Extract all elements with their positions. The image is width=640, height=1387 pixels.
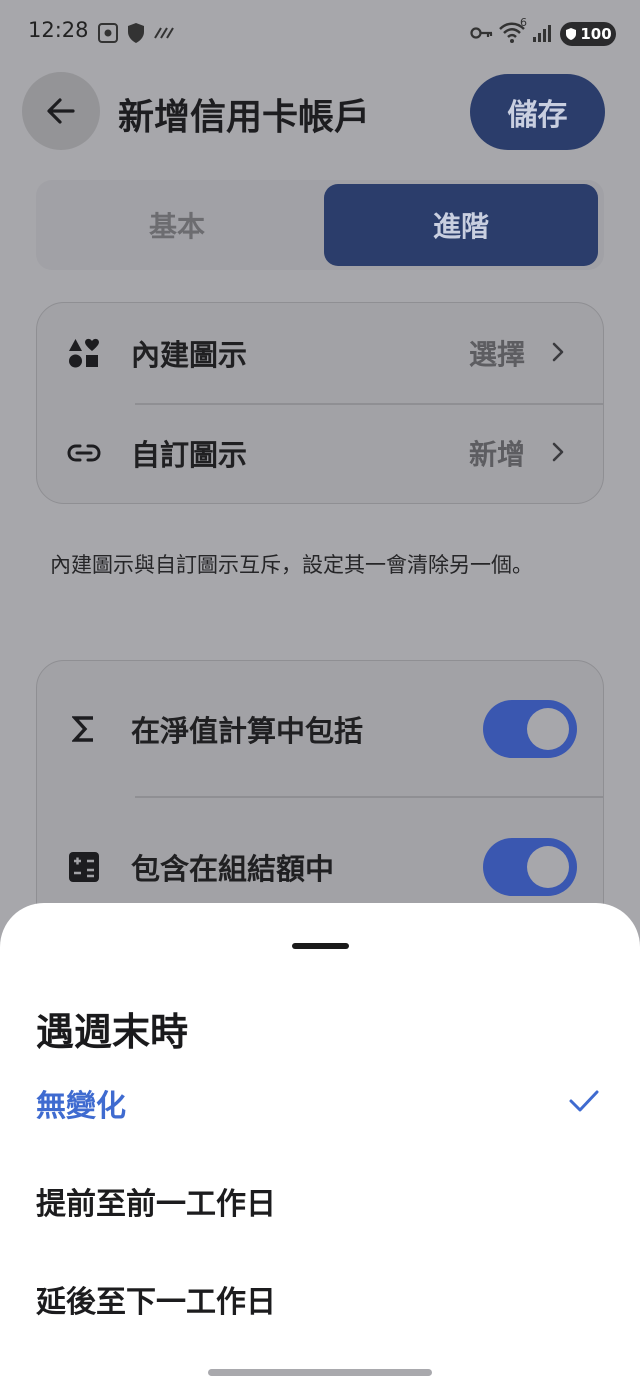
battery-level: 100 (580, 25, 612, 43)
tab-bar: 基本 進階 (36, 180, 604, 270)
check-icon (568, 1088, 600, 1118)
option-label: 提前至前一工作日 (36, 1187, 276, 1222)
gesture-nav-bar[interactable] (208, 1369, 432, 1376)
tab-basic[interactable]: 基本 (40, 184, 314, 266)
battery-indicator: 100 (560, 22, 616, 46)
signal-icon (532, 20, 552, 46)
sheet-drag-handle[interactable] (292, 943, 349, 949)
icon-settings-card: 內建圖示 選擇 自訂圖示 新增 (36, 302, 604, 504)
arrow-left-icon (47, 98, 75, 124)
vpn-key-icon (470, 20, 494, 46)
option-label: 無變化 (36, 1089, 126, 1124)
battery-shield-icon (566, 28, 577, 40)
toggle-knob (527, 708, 569, 750)
builtin-icon-value: 選擇 (468, 338, 525, 371)
page-title: 新增信用卡帳戶 (118, 97, 371, 138)
status-time: 12:28 (28, 18, 89, 42)
custom-icon-label: 自訂圖示 (131, 438, 248, 472)
link-icon (67, 436, 101, 470)
shapes-icon (67, 336, 101, 370)
tab-advanced[interactable]: 進階 (324, 184, 598, 266)
shield-icon (126, 20, 146, 46)
toggle-knob (527, 846, 569, 888)
net-worth-row[interactable]: 在淨值計算中包括 (37, 661, 603, 797)
builtin-icon-label: 內建圖示 (131, 338, 248, 372)
option-label: 延後至下一工作日 (36, 1285, 276, 1320)
back-button[interactable] (22, 72, 100, 150)
net-worth-toggle[interactable] (483, 700, 577, 758)
sigma-icon (67, 712, 101, 746)
custom-icon-row[interactable]: 自訂圖示 新增 (37, 403, 603, 503)
save-button[interactable]: 儲存 (470, 74, 605, 150)
option-next-workday[interactable]: 延後至下一工作日 (0, 1259, 640, 1339)
custom-icon-value: 新增 (468, 438, 525, 471)
group-total-label: 包含在組結額中 (131, 852, 335, 886)
group-total-toggle[interactable] (483, 838, 577, 896)
weekend-bottom-sheet: 遇週末時 無變化 提前至前一工作日 延後至下一工作日 (0, 903, 640, 1387)
calculator-icon (67, 850, 101, 884)
wifi-badge: 6 (520, 16, 527, 29)
wifi-icon: 6 (498, 16, 528, 46)
sheet-title: 遇週末時 (36, 1010, 189, 1054)
screen-capture-icon (96, 20, 120, 46)
icon-exclusive-note: 內建圖示與自訂圖示互斥，設定其一會清除另一個。 (50, 553, 533, 577)
option-no-change[interactable]: 無變化 (0, 1063, 640, 1143)
data-saver-icon (153, 20, 175, 46)
builtin-icon-row[interactable]: 內建圖示 選擇 (37, 303, 603, 403)
chevron-right-icon (551, 441, 565, 467)
option-previous-workday[interactable]: 提前至前一工作日 (0, 1161, 640, 1241)
net-worth-label: 在淨值計算中包括 (131, 714, 364, 748)
chevron-right-icon (551, 341, 565, 367)
